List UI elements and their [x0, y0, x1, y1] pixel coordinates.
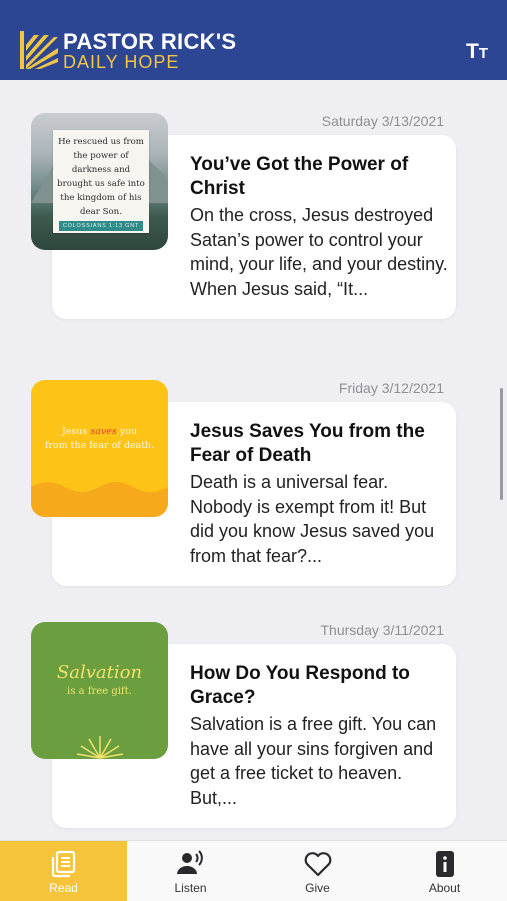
tab-about[interactable]: About [381, 841, 507, 901]
app-header: PASTOR RICK'S DAILY HOPE TT [0, 0, 507, 80]
tab-label: Read [49, 881, 78, 895]
verse-text: He rescued us from the power of darkness… [57, 137, 145, 217]
devotional-thumbnail[interactable]: Jesus saves you from the fear of death. [31, 380, 168, 517]
text-size-button[interactable]: TT [466, 40, 488, 64]
book-icon [51, 850, 76, 878]
devotional-excerpt: Salvation is a free gift. You can have a… [190, 714, 437, 808]
devotional-date: Saturday 3/13/2021 [321, 113, 444, 129]
thumbnail-text-line1: Jesus saves you [31, 426, 168, 437]
wave-art [31, 482, 168, 517]
tab-label: Give [305, 881, 330, 895]
thumbnail-word: you [119, 426, 137, 437]
devotional-excerpt: On the cross, Jesus destroyed Satan’s po… [190, 205, 448, 299]
tab-label: Listen [174, 881, 207, 895]
info-phone-icon [436, 851, 454, 877]
devotional-date: Thursday 3/11/2021 [320, 622, 445, 638]
devotional-date: Friday 3/12/2021 [338, 380, 444, 396]
brand-subtitle: DAILY HOPE [63, 52, 180, 72]
devotional-excerpt: Death is a universal fear. Nobody is exe… [190, 472, 435, 566]
thumbnail-script-text: Salvation [56, 662, 143, 683]
sunburst-art [76, 736, 124, 759]
devotional-title: How Do You Respond to Grace? [190, 663, 410, 708]
thumbnail-word: saves [90, 426, 117, 437]
heart-icon [304, 852, 332, 877]
devotional-feed[interactable]: Saturday 3/13/2021 You’ve Got the Power … [0, 80, 507, 840]
tab-give[interactable]: Give [254, 841, 381, 901]
thumbnail-text-line2: from the fear of death. [44, 440, 155, 451]
text-size-large-glyph: T [466, 40, 479, 63]
list-item[interactable]: Friday 3/12/2021 Jesus Saves You from th… [0, 380, 507, 605]
text-size-small-glyph: T [478, 45, 488, 62]
devotional-thumbnail[interactable]: Salvation is a free gift. [31, 622, 168, 759]
tab-read[interactable]: Read [0, 841, 127, 901]
devotional-title: You’ve Got the Power of Christ [190, 154, 409, 199]
tab-bar: Read Listen Give About [0, 840, 507, 901]
devotional-title: Jesus Saves You from the Fear of Death [190, 421, 425, 466]
list-item[interactable]: Saturday 3/13/2021 You’ve Got the Power … [0, 113, 507, 338]
speaker-person-icon [177, 850, 203, 874]
verse-reference: COLOSSIANS 1:13 GNT [59, 221, 143, 231]
devotional-thumbnail[interactable]: He rescued us from the power of darkness… [31, 113, 168, 250]
thumbnail-subtext: is a free gift. [67, 686, 132, 697]
tab-label: About [428, 881, 461, 895]
sunrise-logo-icon [20, 31, 58, 69]
thumbnail-word: Jesus [62, 426, 88, 437]
list-item[interactable]: Thursday 3/11/2021 How Do You Respond to… [0, 622, 507, 847]
tab-listen[interactable]: Listen [127, 841, 254, 901]
scrollbar[interactable] [500, 388, 503, 500]
